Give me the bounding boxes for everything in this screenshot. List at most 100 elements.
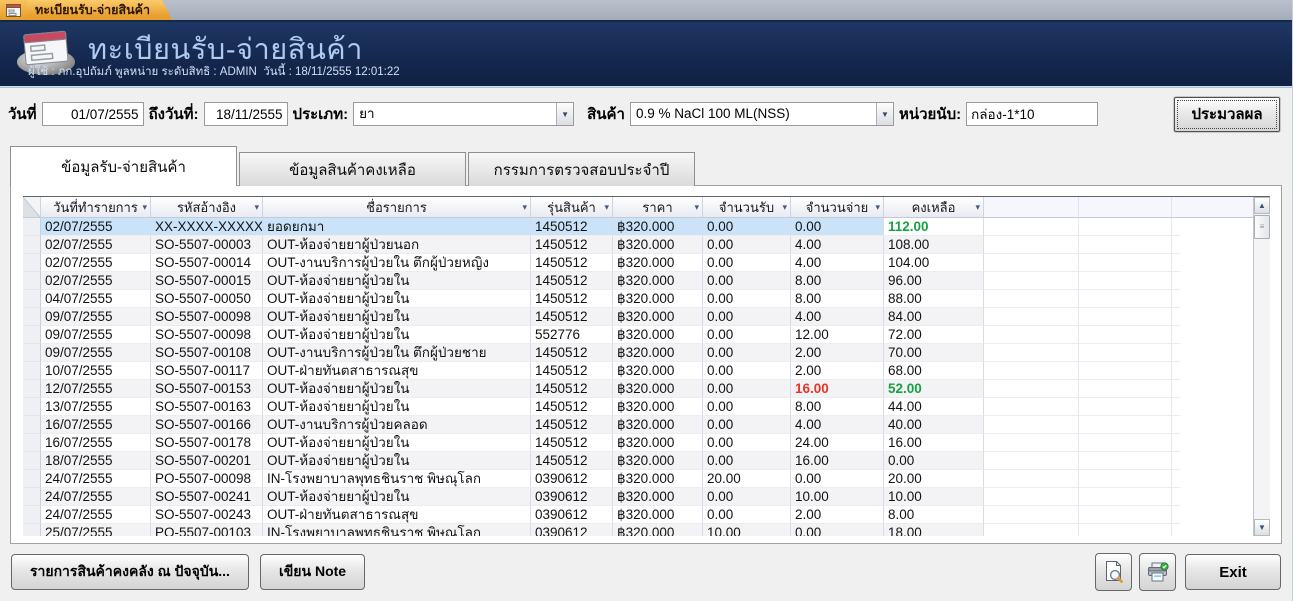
cell-qty-issued[interactable]: 0.00 xyxy=(791,524,884,536)
cell-price[interactable]: ฿320.000 xyxy=(613,254,703,272)
cell-lot[interactable]: 552776 xyxy=(531,326,613,344)
cell-balance[interactable]: 20.00 xyxy=(884,470,984,488)
row-selector[interactable] xyxy=(23,380,41,398)
cell-balance[interactable]: 18.00 xyxy=(884,524,984,536)
cell-ref-code[interactable]: SO-5507-00014 xyxy=(151,254,263,272)
cell-qty-issued[interactable]: 4.00 xyxy=(791,236,884,254)
cell-item-name[interactable]: OUT-งานบริการผู้ป่วยใน ตึกผู้ป่วยหญิง xyxy=(263,254,531,272)
filter-dropdown-icon[interactable]: ▾ xyxy=(782,202,787,212)
cell-lot[interactable]: 1450512 xyxy=(531,218,613,236)
cell-balance[interactable]: 88.00 xyxy=(884,290,984,308)
cell-ref-code[interactable]: SO-5507-00015 xyxy=(151,272,263,290)
row-selector[interactable] xyxy=(23,290,41,308)
print-preview-button[interactable] xyxy=(1095,553,1132,591)
cell-qty-received[interactable]: 0.00 xyxy=(703,416,791,434)
cell-date[interactable]: 02/07/2555 xyxy=(41,218,151,236)
cell-qty-issued[interactable]: 2.00 xyxy=(791,344,884,362)
cell-balance[interactable]: 104.00 xyxy=(884,254,984,272)
filter-dropdown-icon[interactable]: ▾ xyxy=(142,202,147,212)
cell-item-name[interactable]: OUT-ห้องจ่ายยาผู้ป่วยใน xyxy=(263,488,531,506)
scrollbar-thumb[interactable]: ≡ xyxy=(1254,215,1270,239)
cell-ref-code[interactable]: SO-5507-00163 xyxy=(151,398,263,416)
cell-qty-issued[interactable]: 4.00 xyxy=(791,254,884,272)
cell-date[interactable]: 24/07/2555 xyxy=(41,470,151,488)
product-combo[interactable]: 0.9 % NaCl 100 ML(NSS) ▼ xyxy=(630,102,894,126)
cell-qty-issued[interactable]: 8.00 xyxy=(791,290,884,308)
cell-item-name[interactable]: OUT-ห้องจ่ายยาผู้ป่วยใน xyxy=(263,398,531,416)
cell-price[interactable]: ฿320.000 xyxy=(613,362,703,380)
tab-remaining-stock[interactable]: ข้อมูลสินค้าคงเหลือ xyxy=(239,152,466,186)
cell-item-name[interactable]: OUT-งานบริการผู้ป่วยใน ตึกผู้ป่วยชาย xyxy=(263,344,531,362)
cell-balance[interactable]: 16.00 xyxy=(884,434,984,452)
filter-dropdown-icon[interactable]: ▾ xyxy=(975,202,980,212)
cell-lot[interactable]: 1450512 xyxy=(531,362,613,380)
scroll-up-button[interactable]: ▲ xyxy=(1254,197,1270,214)
cell-lot[interactable]: 1450512 xyxy=(531,452,613,470)
cell-ref-code[interactable]: SO-5507-00098 xyxy=(151,326,263,344)
cell-qty-issued[interactable]: 16.00 xyxy=(791,452,884,470)
cell-qty-received[interactable]: 0.00 xyxy=(703,236,791,254)
row-selector[interactable] xyxy=(23,524,41,536)
cell-ref-code[interactable]: SO-5507-00201 xyxy=(151,452,263,470)
cell-date[interactable]: 13/07/2555 xyxy=(41,398,151,416)
cell-price[interactable]: ฿320.000 xyxy=(613,218,703,236)
process-button[interactable]: ประมวลผล xyxy=(1174,97,1280,132)
row-selector[interactable] xyxy=(23,416,41,434)
cell-balance[interactable]: 96.00 xyxy=(884,272,984,290)
type-combo-arrow-button[interactable]: ▼ xyxy=(556,103,573,125)
tab-annual-audit-committee[interactable]: กรรมการตรวจสอบประจำปี xyxy=(468,152,695,186)
cell-item-name[interactable]: OUT-ห้องจ่ายยาผู้ป่วยใน xyxy=(263,434,531,452)
column-header-balance[interactable]: คงเหลือ▾ xyxy=(884,197,984,218)
column-header-item-name[interactable]: ชื่อรายการ▾ xyxy=(263,197,531,218)
cell-qty-received[interactable]: 0.00 xyxy=(703,362,791,380)
cell-ref-code[interactable]: SO-5507-00153 xyxy=(151,380,263,398)
cell-qty-issued[interactable]: 24.00 xyxy=(791,434,884,452)
date-to-input[interactable] xyxy=(204,102,288,126)
row-selector[interactable] xyxy=(23,506,41,524)
cell-item-name[interactable]: OUT-ห้องจ่ายยาผู้ป่วยนอก xyxy=(263,236,531,254)
cell-lot[interactable]: 0390612 xyxy=(531,470,613,488)
cell-qty-received[interactable]: 0.00 xyxy=(703,434,791,452)
cell-price[interactable]: ฿320.000 xyxy=(613,470,703,488)
cell-balance[interactable]: 112.00 xyxy=(884,218,984,236)
cell-item-name[interactable]: IN-โรงพยาบาลพุทธชินราช พิษณุโลก xyxy=(263,524,531,536)
scroll-down-button[interactable]: ▼ xyxy=(1254,519,1270,536)
cell-balance[interactable]: 84.00 xyxy=(884,308,984,326)
cell-price[interactable]: ฿320.000 xyxy=(613,398,703,416)
cell-qty-received[interactable]: 0.00 xyxy=(703,308,791,326)
cell-price[interactable]: ฿320.000 xyxy=(613,380,703,398)
cell-item-name[interactable]: OUT-ฝ่ายทันตสาธารณสุข xyxy=(263,506,531,524)
cell-qty-received[interactable]: 0.00 xyxy=(703,218,791,236)
date-from-input[interactable] xyxy=(42,102,144,126)
column-header-qty-issued[interactable]: จำนวนจ่าย▾ xyxy=(791,197,884,218)
cell-item-name[interactable]: OUT-ฝ่ายทันตสาธารณสุข xyxy=(263,362,531,380)
exit-button[interactable]: Exit xyxy=(1185,554,1281,590)
cell-lot[interactable]: 0390612 xyxy=(531,488,613,506)
cell-item-name[interactable]: OUT-ห้องจ่ายยาผู้ป่วยใน xyxy=(263,272,531,290)
cell-balance[interactable]: 40.00 xyxy=(884,416,984,434)
cell-item-name[interactable]: OUT-ห้องจ่ายยาผู้ป่วยใน xyxy=(263,308,531,326)
row-selector[interactable] xyxy=(23,272,41,290)
cell-date[interactable]: 16/07/2555 xyxy=(41,416,151,434)
cell-lot[interactable]: 0390612 xyxy=(531,506,613,524)
cell-price[interactable]: ฿320.000 xyxy=(613,524,703,536)
cell-lot[interactable]: 1450512 xyxy=(531,254,613,272)
cell-date[interactable]: 18/07/2555 xyxy=(41,452,151,470)
column-header-price[interactable]: ราคา▾ xyxy=(613,197,703,218)
cell-qty-issued[interactable]: 10.00 xyxy=(791,488,884,506)
cell-qty-issued[interactable]: 8.00 xyxy=(791,272,884,290)
document-tab[interactable]: ทะเบียนรับ-จ่ายสินค้า xyxy=(27,0,172,20)
cell-date[interactable]: 10/07/2555 xyxy=(41,362,151,380)
row-selector[interactable] xyxy=(23,236,41,254)
cell-item-name[interactable]: IN-โรงพยาบาลพุทธชินราช พิษณุโลก xyxy=(263,470,531,488)
cell-lot[interactable]: 1450512 xyxy=(531,416,613,434)
filter-dropdown-icon[interactable]: ▾ xyxy=(694,202,699,212)
cell-ref-code[interactable]: SO-5507-00178 xyxy=(151,434,263,452)
cell-qty-received[interactable]: 0.00 xyxy=(703,290,791,308)
cell-ref-code[interactable]: SO-5507-00117 xyxy=(151,362,263,380)
cell-lot[interactable]: 0390612 xyxy=(531,524,613,536)
vertical-scrollbar[interactable]: ▲ ≡ ▼ xyxy=(1253,197,1270,536)
cell-price[interactable]: ฿320.000 xyxy=(613,434,703,452)
cell-date[interactable]: 09/07/2555 xyxy=(41,344,151,362)
cell-ref-code[interactable]: SO-5507-00098 xyxy=(151,308,263,326)
